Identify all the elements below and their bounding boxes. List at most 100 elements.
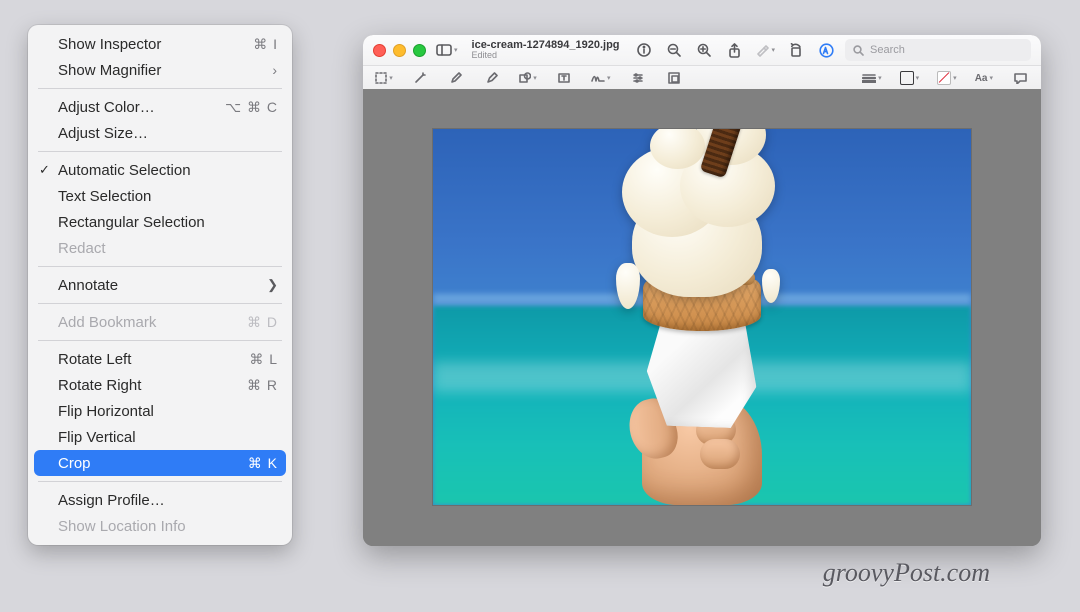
menu-item-crop[interactable]: Crop ⌘ K <box>34 450 286 476</box>
chevron-down-icon: ▾ <box>916 74 920 82</box>
fill-color-button[interactable]: ▾ <box>935 68 959 88</box>
sliders-icon <box>632 72 644 84</box>
zoom-out-button[interactable] <box>663 40 685 60</box>
menu-shortcut: ⌘ K <box>248 455 278 472</box>
text-box-icon <box>558 72 570 84</box>
menu-label: Flip Vertical <box>58 429 278 446</box>
menu-item-show-inspector[interactable]: Show Inspector ⌘ I <box>28 31 292 57</box>
pencil-icon <box>450 72 462 84</box>
menu-label: Text Selection <box>58 188 278 205</box>
menu-shortcut: › <box>272 62 278 78</box>
image-content <box>433 129 971 505</box>
menu-item-flip-horizontal[interactable]: Flip Horizontal <box>28 398 292 424</box>
chevron-down-icon: ▾ <box>878 74 882 82</box>
menu-separator <box>38 88 282 89</box>
window-title: ice-cream-1274894_1920.jpg Edited <box>472 40 626 61</box>
share-icon <box>728 43 741 58</box>
border-swatch-icon <box>900 71 914 85</box>
menu-item-annotate[interactable]: Annotate ❯ <box>28 272 292 298</box>
menu-item-automatic-selection[interactable]: ✓ Automatic Selection <box>28 157 292 183</box>
menu-item-redact: Redact <box>28 235 292 261</box>
stroke-style-button[interactable]: ▾ <box>860 68 884 88</box>
menu-label: Redact <box>58 240 278 257</box>
info-button[interactable] <box>633 40 655 60</box>
menu-label: Automatic Selection <box>58 162 278 179</box>
menu-item-assign-profile[interactable]: Assign Profile… <box>28 487 292 513</box>
markup-icon <box>819 43 834 58</box>
search-icon <box>853 45 864 56</box>
zoom-window-button[interactable] <box>413 44 426 57</box>
selection-icon <box>375 72 387 84</box>
text-style-button[interactable]: Aa▾ <box>973 68 995 88</box>
adjust-color-button[interactable] <box>627 68 649 88</box>
toolbar-right-group: ▾ Search <box>633 39 1031 61</box>
menu-label: Adjust Color… <box>58 99 225 116</box>
highlighter-icon <box>755 43 769 57</box>
fill-swatch-icon <box>937 71 951 85</box>
menu-item-adjust-size[interactable]: Adjust Size… <box>28 120 292 146</box>
shapes-icon <box>519 72 531 84</box>
info-icon <box>637 43 651 57</box>
sign-button[interactable]: ▾ <box>589 68 613 88</box>
selection-tool-button[interactable]: ▾ <box>373 68 395 88</box>
menu-separator <box>38 303 282 304</box>
draw-button[interactable] <box>481 68 503 88</box>
lines-icon <box>862 73 876 83</box>
menu-item-show-location-info: Show Location Info <box>28 513 292 539</box>
menu-item-flip-vertical[interactable]: Flip Vertical <box>28 424 292 450</box>
checkmark-icon: ✓ <box>39 162 50 178</box>
search-placeholder: Search <box>870 44 905 56</box>
menu-item-adjust-color[interactable]: Adjust Color… ⌥ ⌘ C <box>28 94 292 120</box>
menu-shortcut: ⌘ I <box>253 36 278 53</box>
sidebar-icon <box>436 44 452 56</box>
menu-shortcut: ⌘ D <box>247 314 278 331</box>
menu-separator <box>38 266 282 267</box>
sketch-button[interactable] <box>445 68 467 88</box>
chevron-down-icon: ▾ <box>989 74 993 82</box>
share-button[interactable] <box>723 40 745 60</box>
menu-item-show-magnifier[interactable]: Show Magnifier › <box>28 57 292 83</box>
menu-item-rotate-right[interactable]: Rotate Right ⌘ R <box>28 372 292 398</box>
menu-item-rotate-left[interactable]: Rotate Left ⌘ L <box>28 346 292 372</box>
chevron-down-icon: ▾ <box>771 46 775 54</box>
signature-icon <box>591 73 605 83</box>
search-field[interactable]: Search <box>845 39 1031 61</box>
window-controls <box>373 44 426 57</box>
menu-separator <box>38 481 282 482</box>
menu-label: Assign Profile… <box>58 492 278 509</box>
image-canvas[interactable] <box>363 89 1041 546</box>
chevron-down-icon: ▾ <box>953 74 957 82</box>
menu-label: Show Inspector <box>58 36 253 53</box>
icecream-illustration <box>612 129 792 297</box>
rotate-button[interactable] <box>785 40 807 60</box>
rotate-icon <box>789 43 803 57</box>
menu-label: Rectangular Selection <box>58 214 278 231</box>
adjust-size-button[interactable] <box>663 68 685 88</box>
chevron-down-icon: ▾ <box>389 74 393 82</box>
zoom-in-button[interactable] <box>693 40 715 60</box>
text-button[interactable] <box>553 68 575 88</box>
close-window-button[interactable] <box>373 44 386 57</box>
preview-window: ▾ ice-cream-1274894_1920.jpg Edited ▾ Se… <box>363 35 1041 546</box>
sidebar-toggle-button[interactable]: ▾ <box>434 40 460 60</box>
wand-icon <box>414 72 426 84</box>
zoom-out-icon <box>667 43 681 57</box>
font-icon: Aa <box>975 73 988 84</box>
menu-shortcut: ⌘ L <box>249 351 278 368</box>
speech-bubble-icon <box>1014 73 1027 84</box>
markup-button[interactable] <box>815 40 837 60</box>
menu-item-text-selection[interactable]: Text Selection <box>28 183 292 209</box>
menu-shortcut: ⌘ R <box>247 377 278 394</box>
highlight-button[interactable]: ▾ <box>753 40 777 60</box>
annotations-list-button[interactable] <box>1009 68 1031 88</box>
menu-label: Add Bookmark <box>58 314 247 331</box>
menu-separator <box>38 151 282 152</box>
edited-label: Edited <box>472 51 626 60</box>
minimize-window-button[interactable] <box>393 44 406 57</box>
instant-alpha-button[interactable] <box>409 68 431 88</box>
border-color-button[interactable]: ▾ <box>898 68 922 88</box>
menu-item-rectangular-selection[interactable]: Rectangular Selection <box>28 209 292 235</box>
shapes-button[interactable]: ▾ <box>517 68 539 88</box>
tools-context-menu: Show Inspector ⌘ I Show Magnifier › Adju… <box>28 25 292 545</box>
pen-icon <box>486 72 498 84</box>
